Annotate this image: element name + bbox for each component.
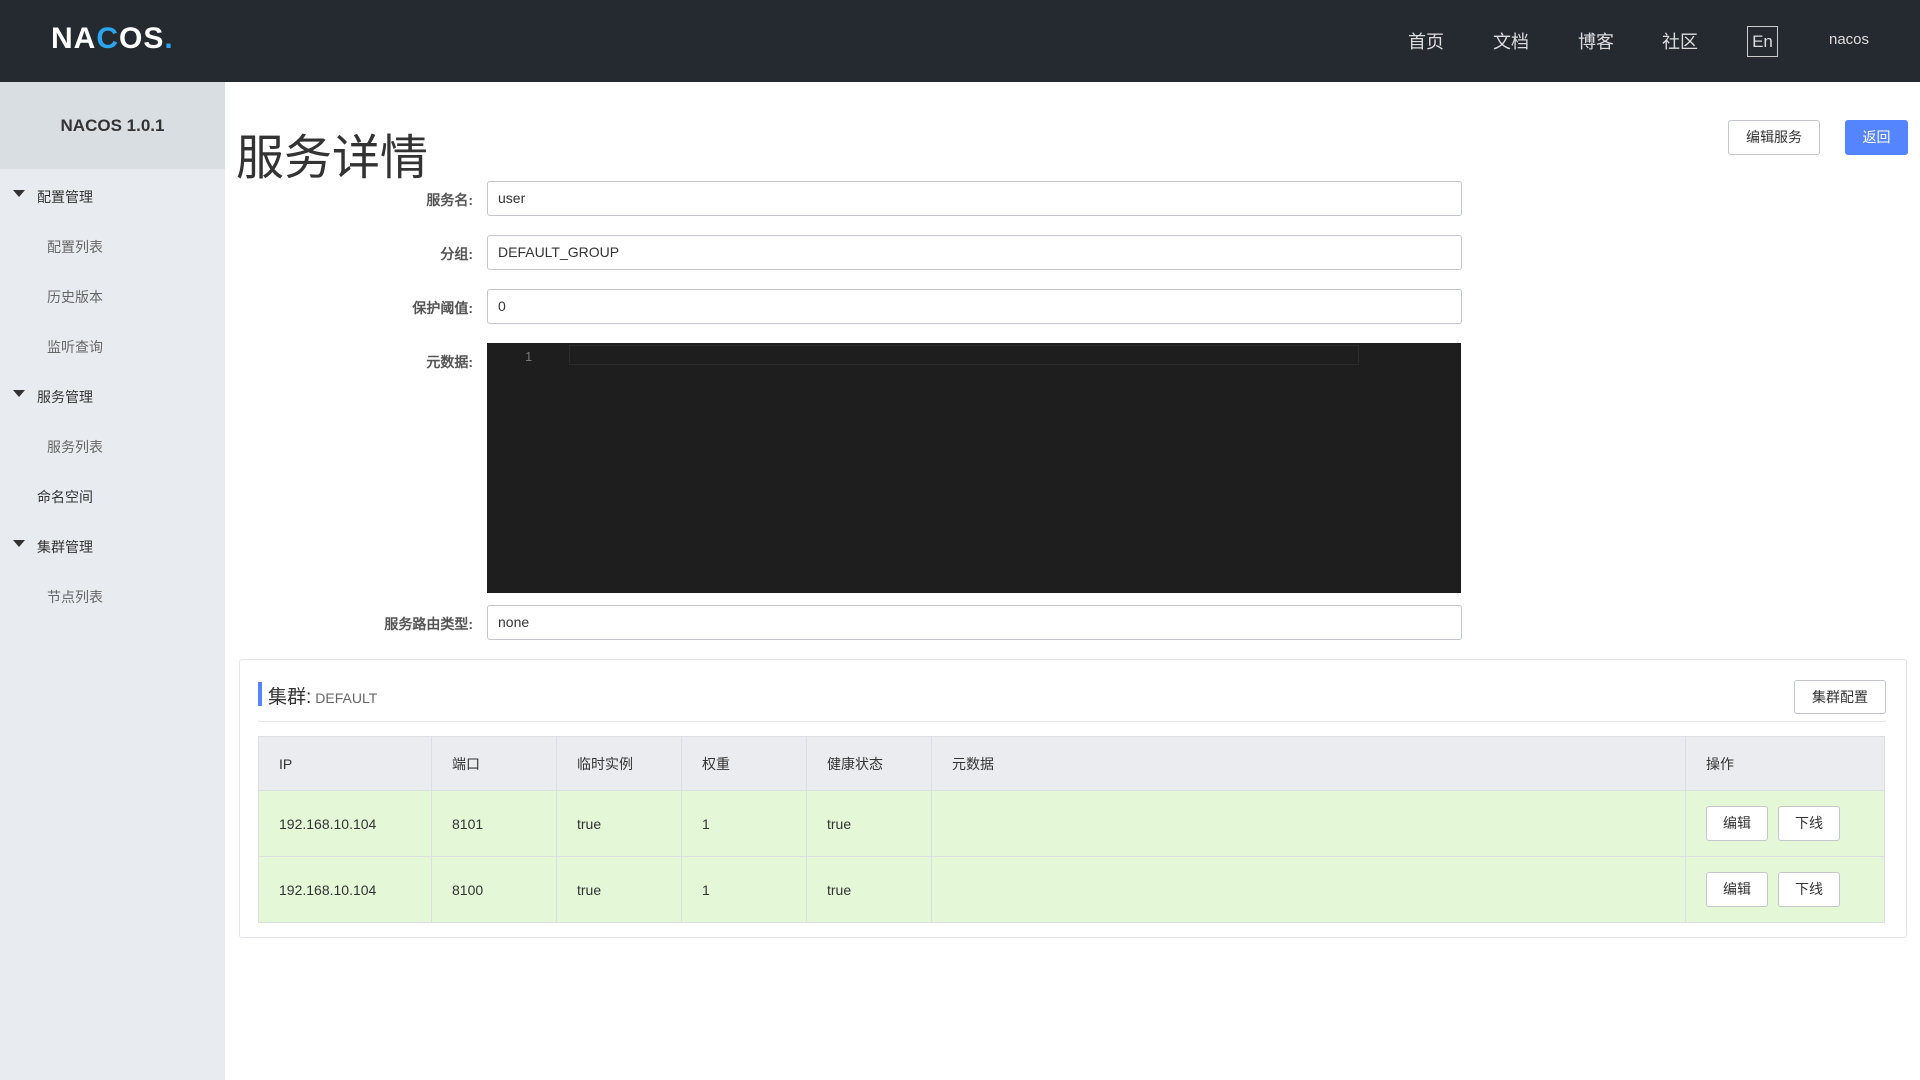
sidebar: NACOS 1.0.1 配置管理 配置列表 历史版本 监听查询 服务管理 服务列… [0, 82, 225, 1080]
sidebar-item-config-list[interactable]: 配置列表 [47, 237, 103, 257]
cell-ip: 192.168.10.104 [258, 790, 432, 857]
col-actions: 操作 [1685, 736, 1885, 791]
col-ephemeral: 临时实例 [556, 736, 682, 791]
service-name-label: 服务名: [426, 192, 473, 208]
col-ip: IP [258, 736, 432, 791]
sidebar-item-history[interactable]: 历史版本 [47, 287, 103, 307]
cell-weight: 1 [681, 856, 807, 923]
col-metadata: 元数据 [931, 736, 1686, 791]
version-label: NACOS 1.0.1 [0, 82, 225, 169]
caret-down-icon[interactable] [13, 190, 25, 197]
sidebar-item-listener[interactable]: 监听查询 [47, 337, 103, 357]
cell-actions: 编辑 下线 [1685, 856, 1885, 923]
sidebar-item-service-list[interactable]: 服务列表 [47, 437, 103, 457]
cell-healthy: true [806, 790, 932, 857]
sidebar-group-cluster[interactable]: 集群管理 [37, 537, 93, 557]
cell-port: 8101 [431, 790, 557, 857]
nav-docs[interactable]: 文档 [1493, 28, 1529, 54]
col-port: 端口 [431, 736, 557, 791]
cluster-name: DEFAULT [315, 690, 378, 706]
edit-instance-button[interactable]: 编辑 [1706, 806, 1768, 841]
cell-ip: 192.168.10.104 [258, 856, 432, 923]
top-header: NACOS. 首页 文档 博客 社区 En nacos [0, 0, 1920, 82]
current-line [569, 345, 1359, 365]
cluster-title: 集群: DEFAULT [258, 682, 378, 708]
cell-weight: 1 [681, 790, 807, 857]
cell-metadata [931, 790, 1686, 857]
cell-healthy: true [806, 856, 932, 923]
threshold-input[interactable]: 0 [487, 289, 1462, 324]
nav-blog[interactable]: 博客 [1578, 28, 1614, 54]
page-title: 服务详情 [236, 132, 429, 185]
nacos-logo[interactable]: NACOS. [51, 22, 174, 56]
cell-metadata [931, 856, 1686, 923]
cell-actions: 编辑 下线 [1685, 790, 1885, 857]
cluster-title-label: 集群: [268, 687, 312, 708]
nav-home[interactable]: 首页 [1408, 28, 1444, 54]
threshold-label: 保护阈值: [412, 300, 473, 316]
caret-down-icon[interactable] [13, 390, 25, 397]
sidebar-group-config[interactable]: 配置管理 [37, 187, 93, 207]
service-name-input[interactable]: user [487, 181, 1462, 216]
cell-ephemeral: true [556, 856, 682, 923]
table-row: 192.168.10.104 8100 true 1 true 编辑 下线 [258, 856, 1885, 923]
cell-port: 8100 [431, 856, 557, 923]
metadata-editor[interactable]: 1 [487, 343, 1461, 593]
edit-service-button[interactable]: 编辑服务 [1728, 120, 1820, 155]
sidebar-item-node-list[interactable]: 节点列表 [47, 587, 103, 607]
sidebar-group-service[interactable]: 服务管理 [37, 387, 93, 407]
col-weight: 权重 [681, 736, 807, 791]
route-type-input[interactable]: none [487, 605, 1462, 640]
instance-table: IP 端口 临时实例 权重 健康状态 元数据 操作 192.168.10.104… [258, 736, 1885, 923]
group-label: 分组: [440, 246, 473, 262]
nav-community[interactable]: 社区 [1662, 28, 1698, 54]
cluster-config-button[interactable]: 集群配置 [1794, 680, 1886, 714]
language-toggle[interactable]: En [1747, 26, 1778, 57]
user-name[interactable]: nacos [1829, 31, 1869, 48]
table-header: IP 端口 临时实例 权重 健康状态 元数据 操作 [258, 736, 1885, 791]
caret-down-icon[interactable] [13, 540, 25, 547]
divider [258, 721, 1886, 722]
offline-instance-button[interactable]: 下线 [1778, 806, 1840, 841]
route-type-label: 服务路由类型: [384, 616, 473, 632]
edit-instance-button[interactable]: 编辑 [1706, 872, 1768, 907]
metadata-label: 元数据: [426, 354, 473, 370]
line-number: 1 [525, 349, 533, 364]
group-input[interactable]: DEFAULT_GROUP [487, 235, 1462, 270]
sidebar-item-namespace[interactable]: 命名空间 [37, 487, 93, 507]
back-button[interactable]: 返回 [1845, 120, 1908, 155]
offline-instance-button[interactable]: 下线 [1778, 872, 1840, 907]
col-healthy: 健康状态 [806, 736, 932, 791]
table-row: 192.168.10.104 8101 true 1 true 编辑 下线 [258, 790, 1885, 857]
cell-ephemeral: true [556, 790, 682, 857]
